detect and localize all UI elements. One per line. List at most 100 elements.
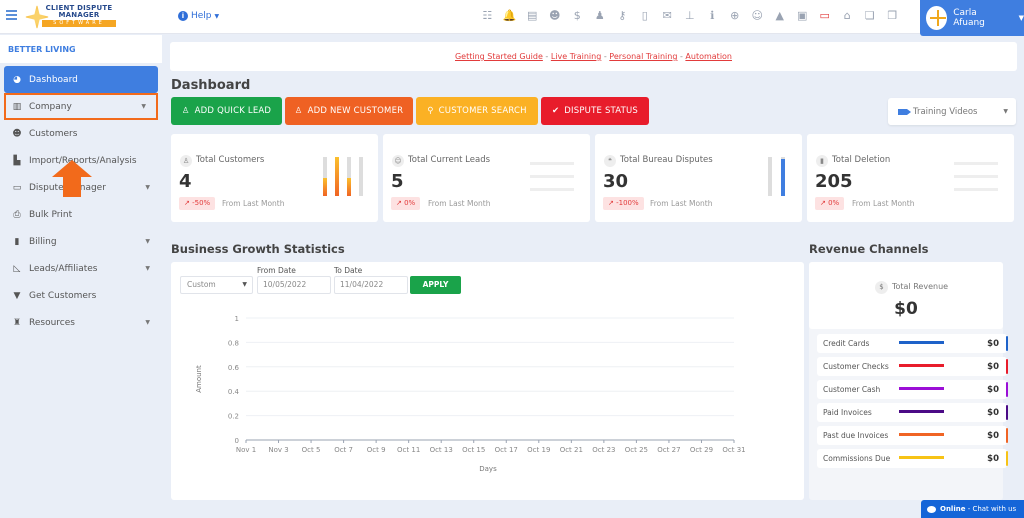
- dollar-icon: $: [875, 281, 888, 294]
- channel-value: $0: [987, 407, 999, 418]
- x-tick-label: Oct 27: [657, 446, 680, 454]
- sidebar-item-label: Bulk Print: [29, 209, 73, 220]
- stat-value: 30: [603, 171, 629, 192]
- logo-line2: MANAGER: [58, 11, 100, 19]
- help-links-banner: Getting Started Guide - Live Training - …: [170, 42, 1017, 71]
- toolbar-icons: ☷ 🔔 ▤ ☻ $ ♟ ⚷ ▯ ✉ ⊥ ℹ ⊕ ☺ ▲ ▣ ▭ ⌂ ❏ ❐: [476, 8, 904, 24]
- stat-from-label: From Last Month: [852, 199, 915, 208]
- user-menu[interactable]: Carla Afuang ▼: [920, 0, 1024, 36]
- add-quick-lead-button[interactable]: ♙ ADD QUICK LEAD: [171, 97, 282, 125]
- stat-card-total-leads[interactable]: ☺ Total Current Leads 5 ↗ 0% From Last M…: [383, 134, 590, 222]
- stat-value: 4: [179, 171, 192, 192]
- quick-actions: ♙ ADD QUICK LEAD ♙ ADD NEW CUSTOMER ⚲ CUSTO…: [171, 97, 649, 125]
- page-title: Dashboard: [171, 78, 251, 93]
- chevron-down-icon: ▼: [145, 184, 150, 191]
- x-tick-label: Oct 19: [527, 446, 550, 454]
- document-icon[interactable]: ▯: [634, 8, 657, 24]
- avatar: [926, 6, 948, 30]
- comments-icon: ❝: [604, 155, 616, 167]
- channel-edge: [1006, 428, 1008, 443]
- stat-label: Total Bureau Disputes: [620, 155, 713, 165]
- money-bill-icon[interactable]: ▭: [814, 8, 837, 24]
- stat-change-badge: ↗ 0%: [391, 197, 421, 210]
- x-tick-label: Oct 21: [560, 446, 583, 454]
- annotation-arrow: [52, 160, 92, 202]
- sidebar-item-label: Company: [29, 101, 72, 112]
- revenue-title: Revenue Channels: [809, 242, 929, 256]
- bulk-print-icon: ⎙: [13, 209, 21, 220]
- x-tick-label: Oct 13: [430, 446, 453, 454]
- warning-icon[interactable]: ▲: [769, 8, 792, 24]
- sidebar-item-resources[interactable]: ♜ Resources ▼: [0, 309, 162, 336]
- chat-label: - Chat with us: [965, 505, 1017, 513]
- sidebar-item-get-customers[interactable]: ▼ Get Customers: [0, 282, 162, 309]
- total-revenue-value: $0: [894, 299, 918, 319]
- sidebar-item-company[interactable]: ▥ Company ▼: [4, 93, 158, 120]
- clone-icon[interactable]: ❐: [881, 8, 904, 24]
- link-getting-started[interactable]: Getting Started Guide: [455, 52, 543, 61]
- video-camera-icon: [898, 108, 911, 115]
- sidebar-item-leads-affiliates[interactable]: ◺ Leads/Affiliates ▼: [0, 255, 162, 282]
- app-logo[interactable]: CLIENT DISPUTE MANAGER SOFTWARE: [24, 4, 116, 30]
- training-videos-select[interactable]: Training Videos ▼: [888, 98, 1016, 125]
- mini-bar: [347, 157, 351, 196]
- leads-placeholder-lines: [530, 162, 574, 201]
- channel-color-bar: [899, 456, 944, 459]
- sidebar-item-dashboard[interactable]: ◕ Dashboard: [4, 66, 158, 93]
- stat-card-total-deletion[interactable]: ▮ Total Deletion 205 ↗ 0% From Last Mont…: [807, 134, 1014, 222]
- resources-icon: ♜: [12, 317, 22, 328]
- sidebar-item-bulk-print[interactable]: ⎙ Bulk Print: [0, 201, 162, 228]
- inbox-icon[interactable]: ⌂: [836, 8, 859, 24]
- agent-icon[interactable]: ☻: [544, 8, 567, 24]
- top-bar: CLIENT DISPUTE MANAGER SOFTWARE i Help ▼ …: [0, 0, 1024, 36]
- tasks-icon[interactable]: ☷: [476, 8, 499, 24]
- stat-card-total-customers[interactable]: ♙ Total Customers 4 ↗ -50% From Last Mon…: [171, 134, 378, 222]
- users-icon[interactable]: ☺: [746, 8, 769, 24]
- bell-icon[interactable]: 🔔: [499, 8, 522, 24]
- stat-change-badge: ↗ -100%: [603, 197, 644, 210]
- stat-card-bureau-disputes[interactable]: ❝ Total Bureau Disputes 30 ↗ -100% From …: [595, 134, 802, 222]
- sidebar-item-customers[interactable]: ☻ Customers: [0, 120, 162, 147]
- customer-search-button[interactable]: ⚲ CUSTOMER SEARCH: [416, 97, 538, 125]
- calendar-icon[interactable]: ▣: [791, 8, 814, 24]
- chevron-down-icon: ▼: [145, 265, 150, 272]
- check-circle-icon: ✔: [551, 106, 560, 116]
- channel-color-bar: [899, 387, 944, 390]
- add-new-customer-button[interactable]: ♙ ADD NEW CUSTOMER: [285, 97, 413, 125]
- dashboard-icon: ◕: [13, 74, 21, 85]
- link-automation[interactable]: Automation: [685, 52, 732, 61]
- menu-toggle-icon[interactable]: [6, 10, 17, 20]
- globe-icon[interactable]: ⊕: [724, 8, 747, 24]
- chevron-down-icon: ▼: [1003, 108, 1008, 115]
- growth-chart: 0 0.2 0.4 0.6 0.8 1 Nov 1 Nov 3 Oct 5 Oct 7 Oct 9 O…: [195, 315, 746, 473]
- link-live-training[interactable]: Live Training: [551, 52, 601, 61]
- mini-bar: [768, 157, 772, 196]
- live-chat-button[interactable]: Online - Chat with us: [921, 500, 1024, 518]
- x-tick-label: Oct 7: [334, 446, 353, 454]
- envelope-icon[interactable]: ✉: [656, 8, 679, 24]
- sidebar-item-label: Leads/Affiliates: [29, 263, 98, 274]
- channel-value: $0: [987, 361, 999, 372]
- dollar-icon[interactable]: $: [566, 8, 589, 24]
- help-menu[interactable]: i Help ▼: [178, 11, 219, 21]
- stat-from-label: From Last Month: [222, 199, 285, 208]
- comments-icon[interactable]: ❏: [859, 8, 882, 24]
- total-revenue-card: $ Total Revenue $0: [809, 262, 1003, 329]
- key-icon[interactable]: ⚷: [611, 8, 634, 24]
- channel-color-bar: [899, 410, 944, 413]
- stat-cards: ♙ Total Customers 4 ↗ -50% From Last Mon…: [171, 134, 1014, 222]
- sitemap-icon[interactable]: ⊥: [679, 8, 702, 24]
- dispute-status-button[interactable]: ✔ DISPUTE STATUS: [541, 97, 649, 125]
- channel-edge: [1006, 405, 1008, 420]
- id-card-icon[interactable]: ▤: [521, 8, 544, 24]
- link-personal-training[interactable]: Personal Training: [609, 52, 677, 61]
- stat-from-label: From Last Month: [428, 199, 491, 208]
- mini-bar: [335, 157, 339, 196]
- user-tie-icon[interactable]: ♟: [589, 8, 612, 24]
- sidebar: BETTER LIVING ◕ Dashboard ▥ Company ▼ ☻ Custom…: [0, 35, 162, 518]
- user-icon: ♙: [180, 155, 192, 167]
- info-icon[interactable]: ℹ: [701, 8, 724, 24]
- sidebar-item-billing[interactable]: ▮ Billing ▼: [0, 228, 162, 255]
- training-videos-label: Training Videos: [913, 106, 978, 117]
- chevron-down-icon: ▼: [145, 319, 150, 326]
